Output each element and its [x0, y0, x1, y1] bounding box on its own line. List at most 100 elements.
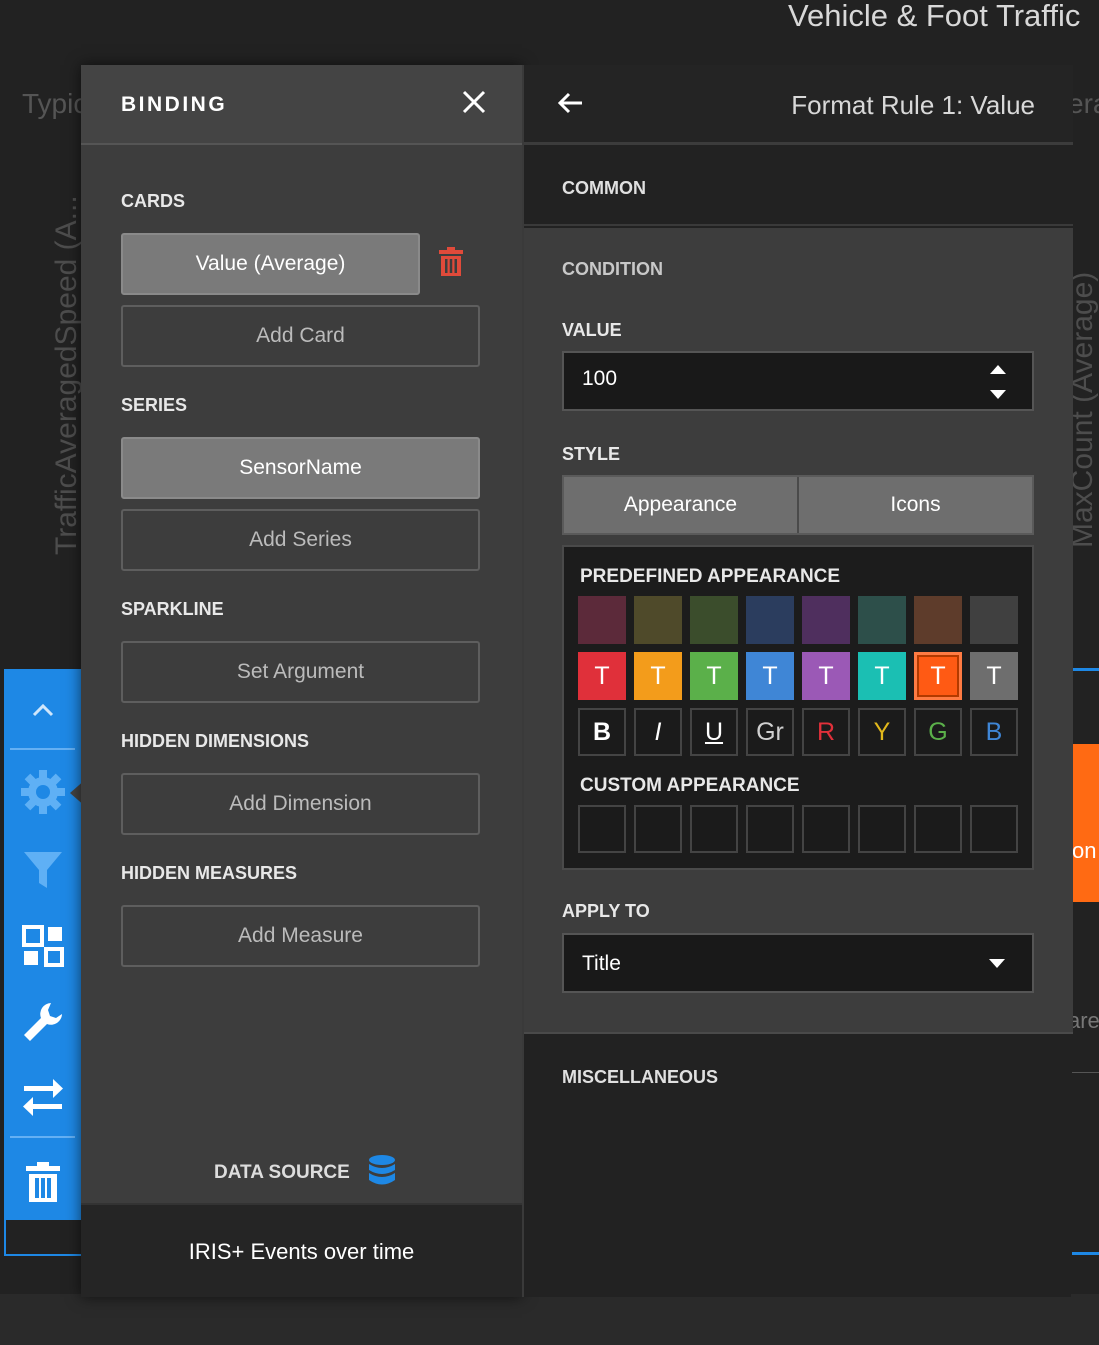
- data-source-button[interactable]: [368, 1155, 396, 1192]
- custom-swatch[interactable]: [858, 805, 906, 853]
- style-tabs: Appearance Icons: [562, 475, 1034, 535]
- custom-swatch[interactable]: [970, 805, 1018, 853]
- decrement-icon[interactable]: [990, 389, 1006, 401]
- font-style-swatch[interactable]: Gr: [746, 708, 794, 756]
- add-card-button[interactable]: Add Card: [121, 305, 480, 367]
- font-style-swatch[interactable]: R: [802, 708, 850, 756]
- data-source-footer[interactable]: IRIS+ Events over time: [81, 1203, 522, 1297]
- back-button[interactable]: [556, 91, 586, 117]
- text-swatch[interactable]: T: [746, 652, 794, 700]
- predefined-appearance-label: PREDEFINED APPEARANCE: [580, 566, 841, 587]
- apply-to-select[interactable]: Title: [562, 933, 1034, 993]
- binding-title: BINDING: [121, 93, 228, 116]
- custom-swatch[interactable]: [746, 805, 794, 853]
- font-style-swatch[interactable]: I: [634, 708, 682, 756]
- caret-down-icon: [989, 959, 1005, 968]
- style-label: STYLE: [562, 444, 621, 464]
- value-label: VALUE: [562, 320, 622, 340]
- background-swatch[interactable]: [970, 596, 1018, 644]
- widget-toolbar: [4, 669, 86, 1220]
- text-swatch[interactable]: T: [858, 652, 906, 700]
- font-style-swatch[interactable]: B: [970, 708, 1018, 756]
- dashboard-title: Vehicle & Foot Traffic: [788, 0, 1081, 33]
- tools-button[interactable]: [4, 987, 81, 1057]
- tab-icons[interactable]: Icons: [797, 477, 1032, 533]
- tab-appearance[interactable]: Appearance: [564, 477, 797, 533]
- collapse-button[interactable]: [4, 675, 81, 745]
- widgets-button[interactable]: [4, 911, 81, 981]
- condition-label: CONDITION: [562, 259, 663, 279]
- database-icon: [369, 1155, 395, 1185]
- custom-swatch[interactable]: [634, 805, 682, 853]
- background-swatch[interactable]: [914, 596, 962, 644]
- text-swatch[interactable]: T: [634, 652, 682, 700]
- custom-swatch[interactable]: [578, 805, 626, 853]
- background-swatch[interactable]: [802, 596, 850, 644]
- series-label: SERIES: [121, 395, 188, 415]
- gear-icon: [20, 770, 65, 814]
- hidden-dimensions-label: HIDDEN DIMENSIONS: [121, 731, 310, 751]
- background-accent-bottom: [1072, 1252, 1099, 1255]
- data-source-label: DATA SOURCE: [214, 1162, 350, 1183]
- common-section-header[interactable]: COMMON: [524, 148, 1073, 226]
- filter-button[interactable]: [4, 835, 81, 905]
- custom-swatch[interactable]: [690, 805, 738, 853]
- value-input[interactable]: [582, 367, 962, 391]
- appearance-panel: PREDEFINED APPEARANCE TTTTTTTT B I U Gr R Y G B…: [562, 545, 1034, 870]
- custom-appearance-label: CUSTOM APPEARANCE: [580, 775, 800, 796]
- background-orange-button: on: [1072, 744, 1099, 902]
- background-card-title: Typic: [22, 88, 88, 119]
- format-rule-panel: Format Rule 1: Value COMMON CONDITION VA…: [522, 65, 1073, 1297]
- font-style-swatch[interactable]: Y: [858, 708, 906, 756]
- close-icon: [462, 90, 486, 114]
- format-rule-header: Format Rule 1: Value: [524, 65, 1073, 145]
- swap-button[interactable]: [4, 1062, 81, 1132]
- font-style-swatch[interactable]: G: [914, 708, 962, 756]
- custom-swatch[interactable]: [914, 805, 962, 853]
- background-swatch[interactable]: [578, 596, 626, 644]
- apply-to-label: APPLY TO: [562, 901, 650, 921]
- binding-panel: BINDING CARDS Value (Average) Add Card S…: [81, 65, 522, 1297]
- text-swatch[interactable]: T: [802, 652, 850, 700]
- hidden-measures-label: HIDDEN MEASURES: [121, 863, 298, 883]
- cards-label: CARDS: [121, 191, 186, 211]
- widgets-icon: [21, 925, 64, 967]
- background-swatch[interactable]: [858, 596, 906, 644]
- series-chip[interactable]: SensorName: [121, 437, 480, 499]
- data-source-name: IRIS+ Events over time: [188, 1239, 415, 1264]
- background-y-axis-label: TrafficAveragedSpeed (A...: [50, 195, 83, 555]
- increment-icon[interactable]: [990, 363, 1006, 375]
- common-label: COMMON: [562, 178, 646, 198]
- toolbar-divider: [10, 748, 75, 750]
- background-orange-text: on: [1072, 838, 1097, 863]
- trash-icon: [439, 247, 463, 276]
- delete-widget-button[interactable]: [4, 1147, 81, 1217]
- miscellaneous-label[interactable]: MISCELLANEOUS: [562, 1067, 718, 1088]
- format-rule-title: Format Rule 1: Value: [791, 90, 1035, 120]
- value-field[interactable]: [562, 351, 1034, 411]
- add-dimension-button[interactable]: Add Dimension: [121, 773, 480, 835]
- text-swatch[interactable]: T: [690, 652, 738, 700]
- font-style-swatch[interactable]: B: [578, 708, 626, 756]
- remove-card-button[interactable]: [439, 247, 465, 277]
- background-swatch[interactable]: [634, 596, 682, 644]
- background-swatch[interactable]: [690, 596, 738, 644]
- set-argument-button[interactable]: Set Argument: [121, 641, 480, 703]
- wrench-icon: [23, 1003, 62, 1041]
- card-value-chip[interactable]: Value (Average): [121, 233, 420, 295]
- add-measure-button[interactable]: Add Measure: [121, 905, 480, 967]
- add-series-button[interactable]: Add Series: [121, 509, 480, 571]
- text-swatch[interactable]: T: [914, 652, 962, 700]
- swap-icon: [22, 1079, 63, 1116]
- text-swatch[interactable]: T: [578, 652, 626, 700]
- close-button[interactable]: [459, 87, 489, 117]
- text-swatch[interactable]: T: [970, 652, 1018, 700]
- chevron-up-icon: [32, 703, 53, 717]
- binding-header: BINDING: [81, 65, 522, 145]
- background-swatch[interactable]: [746, 596, 794, 644]
- font-style-swatch[interactable]: U: [690, 708, 738, 756]
- custom-swatch[interactable]: [802, 805, 850, 853]
- apply-to-value: Title: [582, 952, 621, 975]
- background-divider: [1072, 1072, 1099, 1073]
- arrow-left-icon: [557, 92, 582, 114]
